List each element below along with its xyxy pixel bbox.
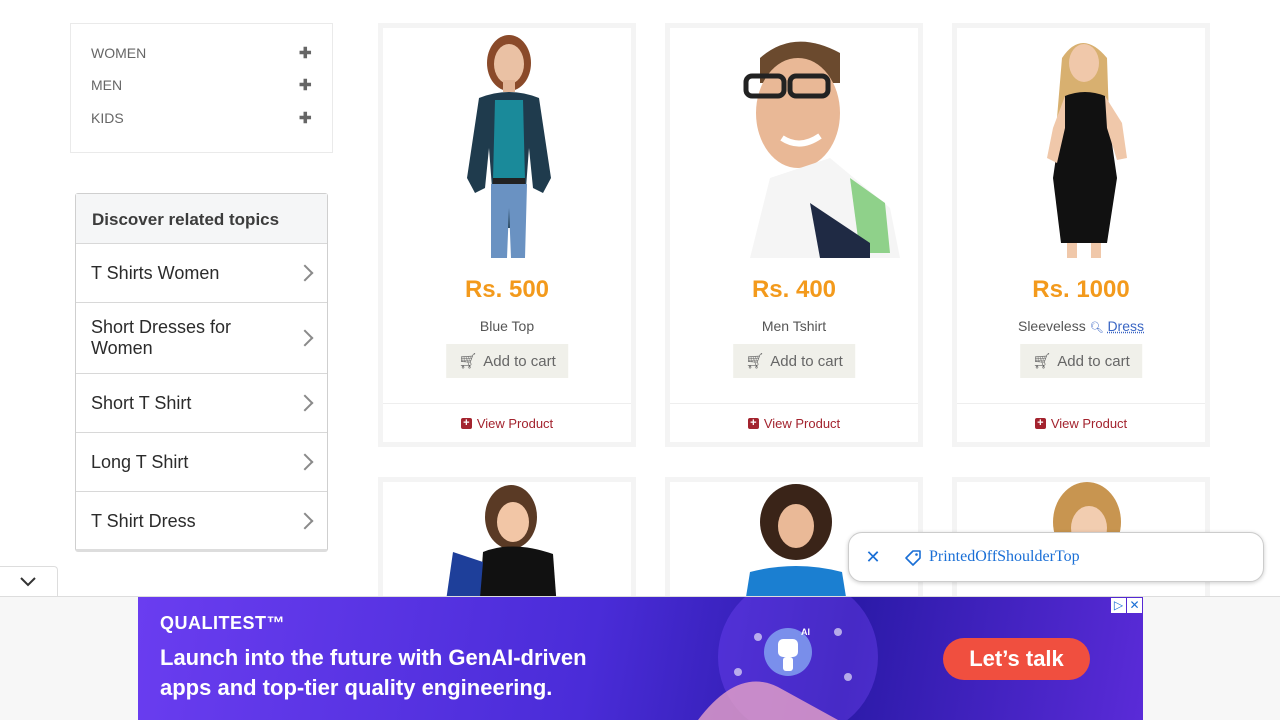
category-label: MEN [91, 77, 123, 93]
topic-label: Long T Shirt [91, 451, 189, 472]
cart-icon: 🛒︎ [1032, 353, 1052, 370]
topic-long-t-shirt[interactable]: Long T Shirt [76, 433, 327, 492]
plus-icon[interactable]: ✚ [299, 44, 312, 62]
view-product-link[interactable]: + View Product [670, 403, 918, 443]
plus-icon[interactable]: ✚ [299, 109, 312, 127]
adchoices-icon[interactable]: ▷ [1111, 598, 1126, 613]
collapse-ad-button[interactable] [0, 566, 58, 596]
cart-icon: 🛒︎ [745, 353, 765, 370]
man-tshirt-image [743, 41, 900, 258]
view-product-link[interactable]: + View Product [383, 403, 631, 443]
add-to-cart-label: Add to cart [1057, 352, 1130, 370]
related-topics-title: Discover related topics [76, 194, 327, 244]
topic-t-shirt-dress[interactable]: T Shirt Dress [76, 492, 327, 550]
ad-brand: QUALITEST™ [160, 613, 285, 633]
ai-robot-label: AI [801, 627, 810, 637]
ad-headline-2: apps and top-tier quality engineering. [160, 675, 553, 700]
plus-square-icon: + [747, 418, 759, 429]
magnifier-icon: 🔍︎ [1089, 322, 1104, 334]
product-price: Rs. 1000 [1032, 276, 1130, 303]
product-name: Sleeveless 🔍︎ Dress [957, 318, 1205, 334]
cart-icon: 🛒︎ [458, 353, 478, 370]
chip-label: PrintedOffShoulderTop [929, 548, 1080, 565]
related-topics-panel: Discover related topics T Shirts Women S… [75, 193, 328, 552]
view-product-label: View Product [763, 416, 841, 431]
topic-label: Short Dresses for Women [91, 317, 232, 358]
add-to-cart-label: Add to cart [770, 352, 843, 370]
advertisement-banner[interactable]: AI QUALITEST™ Launch into the future wit… [138, 597, 1143, 720]
ad-cta-button[interactable]: Let’s talk [943, 638, 1090, 680]
product-card: Rs. 1000 Sleeveless 🔍︎ Dress 🛒︎ Add to c… [952, 23, 1210, 447]
category-label: WOMEN [91, 45, 147, 61]
page: WOMEN ✚ MEN ✚ KIDS ✚ Discover related to… [0, 0, 1280, 720]
plus-icon[interactable]: ✚ [299, 76, 312, 94]
product-card: Rs. 400 Men Tshirt 🛒︎ Add to cart + View… [665, 23, 923, 447]
topic-short-dresses[interactable]: Short Dresses for Women [76, 303, 327, 374]
add-to-cart-button[interactable]: 🛒︎ Add to cart [446, 344, 568, 378]
add-to-cart-label: Add to cart [483, 352, 556, 370]
topic-short-t-shirt[interactable]: Short T Shirt [76, 374, 327, 433]
product-name: Blue Top [479, 318, 535, 334]
view-product-label: View Product [1050, 416, 1128, 431]
product-image[interactable] [957, 28, 1205, 258]
product-price: Rs. 500 [464, 276, 550, 303]
plus-square-icon: + [1034, 418, 1046, 429]
woman-blue-top-image [467, 35, 551, 258]
product-price: Rs. 400 [751, 276, 837, 303]
tag-suggestion-chip[interactable]: ✕ PrintedOffShoulderTop [848, 532, 1264, 582]
category-men[interactable]: MEN ✚ [91, 75, 312, 95]
tag-icon [905, 550, 921, 566]
category-label: KIDS [91, 110, 124, 126]
topic-label: T Shirts Women [91, 262, 220, 283]
view-product-label: View Product [476, 416, 554, 431]
add-to-cart-button[interactable]: 🛒︎ Add to cart [1020, 344, 1142, 378]
chevron-down-icon [20, 577, 36, 587]
product-card: Rs. 500 Blue Top 🛒︎ Add to cart + View P… [378, 23, 636, 447]
category-kids[interactable]: KIDS ✚ [91, 108, 312, 128]
ad-headline-1: Launch into the future with GenAI-driven [160, 645, 587, 670]
woman-black-dress-image [1047, 43, 1127, 258]
add-to-cart-button[interactable]: 🛒︎ Add to cart [733, 344, 855, 378]
category-women[interactable]: WOMEN ✚ [91, 43, 312, 63]
category-panel: WOMEN ✚ MEN ✚ KIDS ✚ [70, 23, 333, 153]
product-image[interactable] [383, 28, 631, 258]
view-product-link[interactable]: + View Product [957, 403, 1205, 443]
close-ad-icon[interactable]: ✕ [1127, 598, 1142, 613]
topic-label: Short T Shirt [91, 392, 192, 413]
dress-keyword-link[interactable]: Dress [1107, 318, 1144, 334]
product-name: Men Tshirt [761, 318, 827, 334]
plus-square-icon: + [460, 418, 472, 429]
topic-t-shirts-women[interactable]: T Shirts Women [76, 244, 327, 303]
topic-label: T Shirt Dress [91, 510, 196, 531]
product-image[interactable] [670, 28, 918, 258]
product-name-prefix: Sleeveless [1017, 318, 1086, 334]
close-icon[interactable]: ✕ [863, 547, 883, 567]
